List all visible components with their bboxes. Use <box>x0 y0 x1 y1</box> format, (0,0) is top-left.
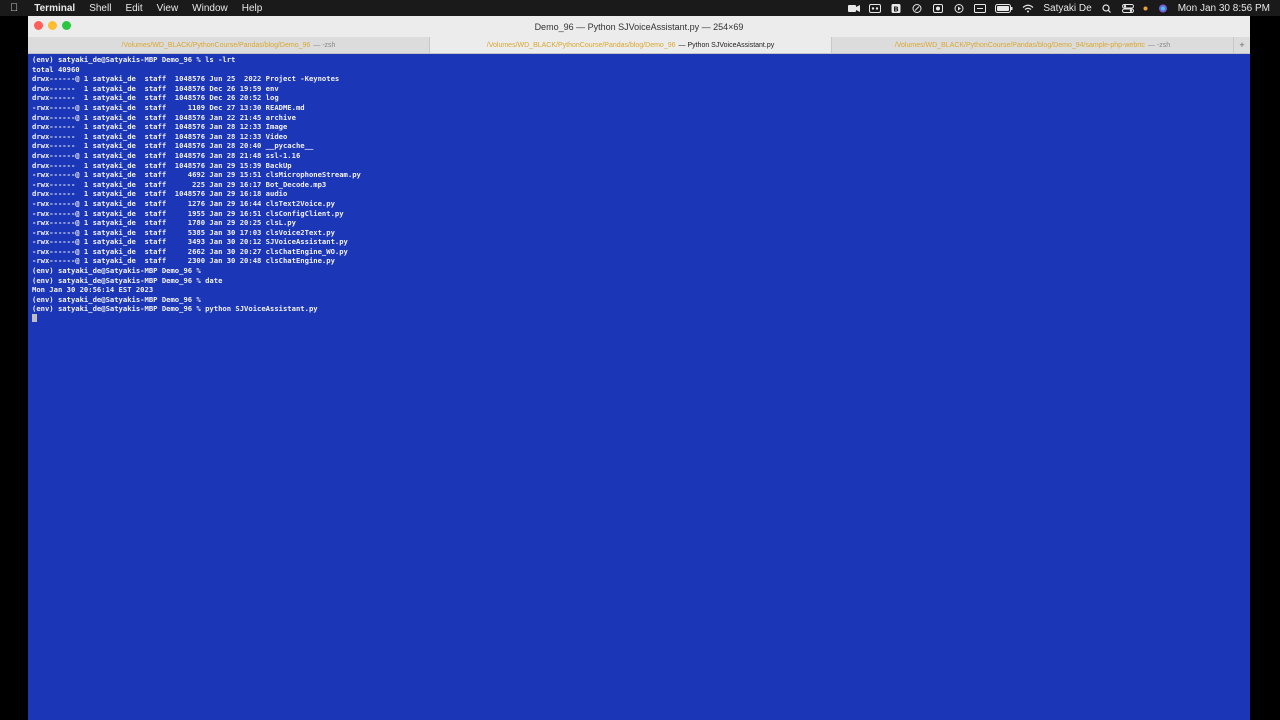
terminal-line: drwx------ 1 satyaki_de staff 1048576 Ja… <box>32 122 288 132</box>
menu-view[interactable]: View <box>157 3 179 14</box>
tab-label: — -zsh <box>1148 41 1171 49</box>
terminal-cursor-line <box>32 314 1246 324</box>
svg-text:B: B <box>894 5 899 13</box>
terminal-line: drwx------@ 1 satyaki_de staff 1048576 J… <box>32 74 340 84</box>
tab-python-sjvoiceassistant[interactable]: /Volumes/WD_BLACK/PythonCourse/Pandas/bl… <box>430 37 832 53</box>
control-center-icon[interactable] <box>1121 3 1134 13</box>
tab-zsh-demo96[interactable]: /Volumes/WD_BLACK/PythonCourse/Pandas/bl… <box>28 37 430 53</box>
screen-mirror-icon[interactable] <box>869 3 882 13</box>
siri-icon[interactable] <box>1157 4 1169 13</box>
terminal-line: -rwx------@ 1 satyaki_de staff 5385 Jan … <box>32 227 335 237</box>
menu-window[interactable]: Window <box>192 3 228 14</box>
play-icon[interactable] <box>953 3 965 13</box>
tab-bar: /Volumes/WD_BLACK/PythonCourse/Pandas/bl… <box>28 37 1250 54</box>
app-badge-icon[interactable]: B <box>890 3 902 13</box>
display-icon[interactable] <box>974 3 987 13</box>
terminal-line: drwx------@ 1 satyaki_de staff 1048576 J… <box>32 112 296 122</box>
terminal-line: Mon Jan 30 20:56:14 EST 2023 <box>32 285 154 295</box>
tab-path: /Volumes/WD_BLACK/PythonCourse/Pandas/bl… <box>486 41 676 49</box>
menu-edit[interactable]: Edit <box>125 3 142 14</box>
terminal-line: (env) satyaki_de@Satyakis-MBP Demo_96 % <box>32 266 201 276</box>
terminal-line: drwx------ 1 satyaki_de staff 1048576 Ja… <box>32 189 288 199</box>
tab-path: /Volumes/WD_BLACK/PythonCourse/Pandas/bl… <box>121 41 311 49</box>
terminal-line: -rwx------@ 1 satyaki_de staff 1276 Jan … <box>32 198 335 208</box>
tab-label: — Python SJVoiceAssistant.py <box>678 41 775 49</box>
terminal-line: drwx------ 1 satyaki_de staff 1048576 Ja… <box>32 160 292 170</box>
terminal-line: -rwx------@ 1 satyaki_de staff 4692 Jan … <box>32 170 361 180</box>
terminal-line: drwx------ 1 satyaki_de staff 1048576 De… <box>32 93 279 103</box>
screenshot-icon[interactable] <box>932 3 944 13</box>
tab-path: /Volumes/WD_BLACK/PythonCourse/Pandas/bl… <box>894 41 1145 49</box>
menu-shell[interactable]: Shell <box>89 3 111 14</box>
menu-app-name[interactable]: Terminal <box>34 3 75 14</box>
terminal-line: drwx------ 1 satyaki_de staff 1048576 Ja… <box>32 141 314 151</box>
terminal-line: (env) satyaki_de@Satyakis-MBP Demo_96 % <box>32 294 201 304</box>
terminal-line: -rwx------@ 1 satyaki_de staff 2300 Jan … <box>32 256 335 266</box>
terminal-line: drwx------ 1 satyaki_de staff 1048576 Ja… <box>32 131 288 141</box>
spotlight-search-icon[interactable] <box>1101 3 1113 13</box>
new-tab-button[interactable]: + <box>1234 37 1250 53</box>
menu-bar-left:  Terminal Shell Edit View Window Help <box>10 2 276 14</box>
terminal-line: drwx------@ 1 satyaki_de staff 1048576 J… <box>32 150 301 160</box>
terminal-window: Demo_96 — Python SJVoiceAssistant.py — 2… <box>28 16 1250 720</box>
terminal-line: total 40960 <box>32 64 80 74</box>
menu-help[interactable]: Help <box>242 3 263 14</box>
terminal-line: -rwx------@ 1 satyaki_de staff 1109 Dec … <box>32 102 305 112</box>
menu-clock[interactable]: Mon Jan 30 8:56 PM <box>1178 3 1270 14</box>
minimize-button[interactable] <box>48 21 57 30</box>
terminal-line: (env) satyaki_de@Satyakis-MBP Demo_96 % … <box>32 304 318 314</box>
terminal-cursor <box>32 314 37 323</box>
terminal-line: drwx------ 1 satyaki_de staff 1048576 De… <box>32 83 279 93</box>
terminal-line: (env) satyaki_de@Satyakis-MBP Demo_96 % … <box>32 55 236 64</box>
menu-bar-right: B Satyaki De Mon Jan 30 8:56 PM <box>839 3 1270 14</box>
menu-user[interactable]: Satyaki De <box>1043 3 1091 14</box>
apple-icon[interactable]:  <box>10 2 18 14</box>
camera-icon[interactable] <box>848 4 861 13</box>
zoom-button[interactable] <box>62 21 71 30</box>
terminal-line: -rwx------@ 1 satyaki_de staff 1955 Jan … <box>32 208 344 218</box>
window-title: Demo_96 — Python SJVoiceAssistant.py — 2… <box>534 21 744 32</box>
recording-indicator-icon <box>1143 4 1148 13</box>
close-button[interactable] <box>34 21 43 30</box>
battery-icon[interactable] <box>995 3 1013 13</box>
terminal-line: (env) satyaki_de@Satyakis-MBP Demo_96 % … <box>32 275 223 285</box>
terminal-line: -rwx------ 1 satyaki_de staff 225 Jan 29… <box>32 179 327 189</box>
traffic-lights <box>34 21 76 30</box>
menu-bar:  Terminal Shell Edit View Window Help B <box>0 0 1280 16</box>
terminal-output[interactable]: (env) satyaki_de@Satyakis-MBP Demo_96 % … <box>28 54 1250 325</box>
wifi-icon[interactable] <box>1022 4 1034 13</box>
shield-icon[interactable] <box>911 3 923 13</box>
tab-label: — -zsh <box>313 41 336 49</box>
terminal-line: -rwx------@ 1 satyaki_de staff 1780 Jan … <box>32 218 296 228</box>
tab-zsh-demo94[interactable]: /Volumes/WD_BLACK/PythonCourse/Pandas/bl… <box>832 37 1234 53</box>
terminal-line: -rwx------@ 1 satyaki_de staff 2662 Jan … <box>32 246 348 256</box>
window-titlebar[interactable]: Demo_96 — Python SJVoiceAssistant.py — 2… <box>28 16 1250 37</box>
terminal-line: -rwx------@ 1 satyaki_de staff 3493 Jan … <box>32 237 348 247</box>
